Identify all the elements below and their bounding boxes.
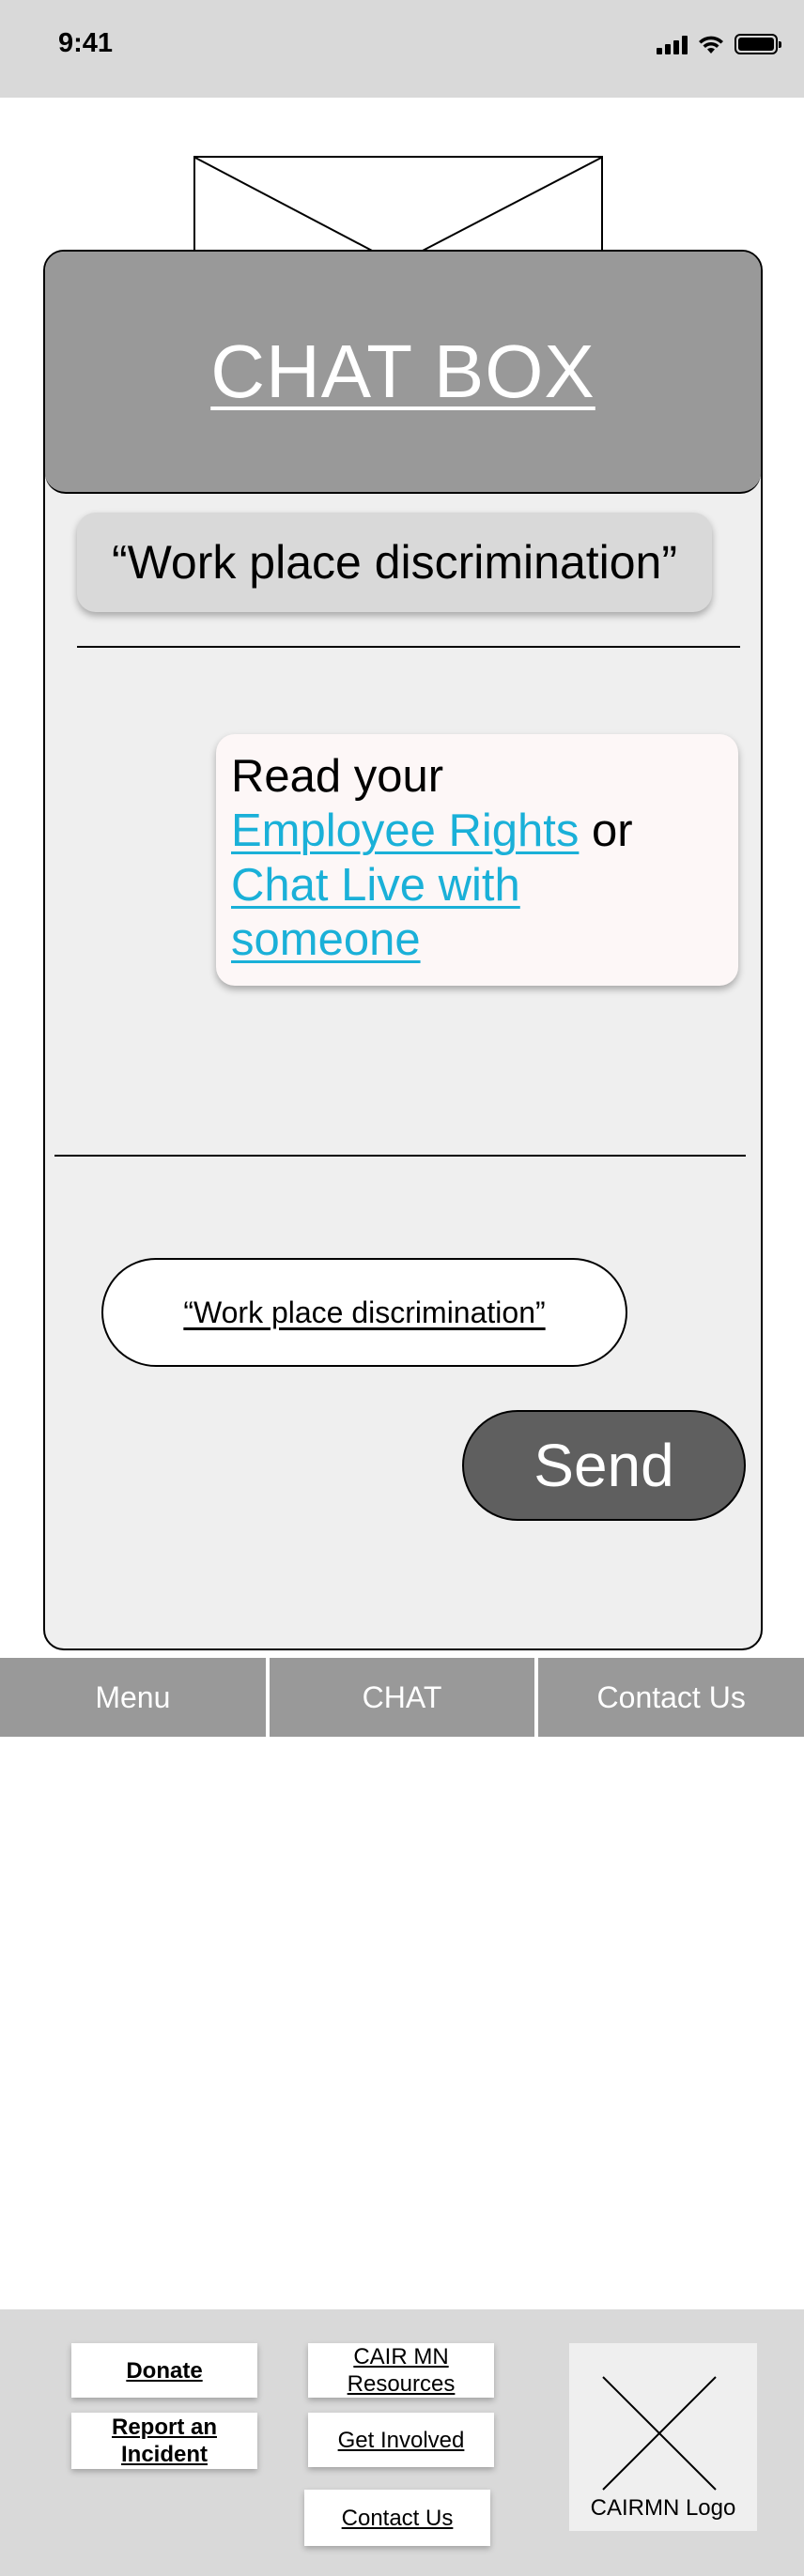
bottom-nav: Menu CHAT Contact Us — [0, 1658, 804, 1737]
resources-button[interactable]: CAIR MN Resources — [308, 2343, 494, 2398]
chat-box: CHAT BOX “Work place discrimination” Rea… — [43, 250, 763, 1650]
get-involved-button[interactable]: Get Involved — [308, 2413, 494, 2467]
footer: Donate Report an Incident CAIR MN Resour… — [0, 2309, 804, 2576]
donate-button[interactable]: Donate — [71, 2343, 257, 2398]
user-message-bubble: “Work place discrimination” — [77, 513, 712, 612]
divider-bottom — [54, 1155, 746, 1157]
bot-message-or: or — [579, 805, 633, 856]
chat-live-link[interactable]: Chat Live with someone — [231, 858, 532, 967]
bot-message-bubble: Read your Employee Rights or Chat Live w… — [216, 734, 738, 986]
wifi-icon — [699, 36, 723, 54]
status-bar: 9:41 — [0, 0, 804, 98]
divider-top — [77, 646, 740, 648]
report-incident-button[interactable]: Report an Incident — [71, 2413, 257, 2469]
logo-label: CAIRMN Logo — [590, 2495, 736, 2521]
contact-us-button[interactable]: Contact Us — [304, 2490, 490, 2546]
nav-contact-us[interactable]: Contact Us — [538, 1658, 804, 1737]
bot-message-prefix: Read your — [231, 751, 444, 802]
image-placeholder — [193, 156, 603, 253]
employee-rights-link[interactable]: Employee Rights — [231, 805, 579, 856]
status-time: 9:41 — [58, 28, 114, 58]
status-icons — [657, 34, 781, 54]
signal-icon — [657, 34, 688, 54]
chat-header: CHAT BOX — [45, 252, 761, 494]
chat-title: CHAT BOX — [210, 330, 595, 413]
battery-icon — [734, 34, 781, 54]
send-button[interactable]: Send — [462, 1410, 746, 1521]
chat-input[interactable]: “Work place discrimination” — [101, 1258, 627, 1367]
cairmn-logo: CAIRMN Logo — [569, 2343, 757, 2531]
nav-chat[interactable]: CHAT — [269, 1658, 535, 1737]
nav-menu[interactable]: Menu — [0, 1658, 266, 1737]
